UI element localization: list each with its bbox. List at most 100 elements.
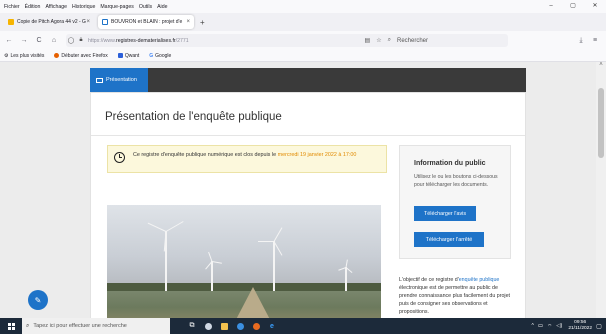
- road: [229, 287, 277, 318]
- notice-date: mercredi 19 janvier 2022 à 17:00: [277, 152, 357, 158]
- wind-farm-photo: [107, 205, 381, 318]
- monitor-icon: [96, 77, 103, 83]
- reload-button[interactable]: C: [33, 37, 45, 44]
- maximize-button[interactable]: ▢: [562, 0, 584, 13]
- info-title: Information du public: [414, 160, 486, 167]
- scroll-up-icon[interactable]: ˄: [596, 62, 606, 68]
- public-info-box: Information du public Utilisez le ou les…: [399, 145, 511, 259]
- search-icon: ⌕: [387, 37, 391, 43]
- wind-turbine: [211, 261, 213, 291]
- minimize-button[interactable]: –: [540, 0, 562, 13]
- forward-button[interactable]: →: [18, 37, 30, 44]
- wind-turbine: [345, 267, 347, 291]
- menu-aide[interactable]: Aide: [157, 4, 167, 10]
- notice-text: Ce registre d'enquête publique numérique…: [133, 152, 357, 158]
- task-view-icon[interactable]: ⧉: [184, 318, 200, 334]
- closed-notice: Ce registre d'enquête publique numérique…: [107, 145, 387, 173]
- turbine-blade: [211, 261, 222, 264]
- turbine-blade: [273, 227, 283, 242]
- enquete-publique-link[interactable]: enquête publique: [459, 277, 500, 283]
- url-text[interactable]: https://www.registres-dematerialises.fr/…: [88, 38, 189, 44]
- bookmark-star-icon[interactable]: ☆: [376, 37, 381, 44]
- page-nav-bar: Présentation: [90, 68, 526, 92]
- settings-app-icon[interactable]: [200, 318, 216, 334]
- accessibility-icon: ✎: [34, 295, 42, 305]
- turbine-blade: [208, 251, 213, 262]
- bookmark-google[interactable]: G Google: [149, 53, 176, 59]
- registre-favicon-icon: [102, 19, 108, 25]
- turbine-blade: [345, 267, 353, 274]
- search-icon: ⌕: [26, 322, 30, 329]
- new-tab-button[interactable]: +: [200, 18, 205, 27]
- page-scrollbar[interactable]: ˄: [596, 62, 606, 318]
- turbine-blade: [147, 222, 167, 232]
- downloads-icon[interactable]: ⤓: [574, 37, 588, 45]
- menu-fichier[interactable]: Fichier: [4, 4, 20, 10]
- bookmark-most-visited[interactable]: ⚙ Les plus visités: [4, 53, 49, 59]
- turbine-blade: [165, 221, 184, 232]
- accessibility-button[interactable]: ✎: [28, 290, 48, 310]
- firefox-icon[interactable]: [248, 318, 264, 334]
- qwant-icon: [117, 53, 123, 58]
- wind-turbine: [273, 241, 275, 291]
- bookmark-firefox[interactable]: Débuter avec Firefox: [54, 53, 112, 59]
- system-tray: ^ ▭ ⌔ ◁) 09:56 21/11/2022: [532, 318, 592, 334]
- tray-expand-icon[interactable]: ^: [532, 323, 534, 329]
- menu-affichage[interactable]: Affichage: [45, 4, 67, 10]
- shield-icon[interactable]: ◯: [66, 37, 76, 44]
- lock-icon[interactable]: 🔒︎: [76, 37, 86, 44]
- menu-edition[interactable]: Édition: [25, 4, 41, 10]
- menu-icon[interactable]: ≡: [588, 37, 602, 44]
- clock-date: 21/11/2022: [568, 326, 592, 331]
- clock-icon: [114, 152, 125, 163]
- gear-icon: ⚙: [4, 52, 9, 59]
- home-button[interactable]: ⌂: [48, 37, 60, 44]
- volume-icon[interactable]: ◁): [556, 323, 562, 329]
- tab-presentation-label: Présentation: [106, 77, 137, 83]
- menu-marque-pages[interactable]: Marque-pages: [100, 4, 133, 10]
- network-icon[interactable]: ▭: [538, 323, 543, 329]
- bookmark-qwant[interactable]: Qwant: [117, 53, 144, 59]
- page-viewport: Présentation Présentation de l'enquête p…: [0, 62, 596, 318]
- menu-outils[interactable]: Outils: [139, 4, 152, 10]
- scrollbar-thumb[interactable]: [598, 88, 604, 158]
- reader-view-icon[interactable]: ▤: [365, 37, 371, 44]
- menubar: Fichier Édition Affichage Historique Mar…: [0, 0, 606, 13]
- store-icon[interactable]: [232, 318, 248, 334]
- page-title: Présentation de l'enquête publique: [105, 111, 282, 123]
- windows-taskbar: ⌕ Tapez ici pour effectuer une recherche…: [0, 318, 606, 334]
- tab-pitch-agora[interactable]: Copie de Pitch Agora 44 v2 - G ×: [4, 15, 94, 29]
- firefox-icon: [54, 53, 60, 58]
- navigation-bar: ← → C ⌂ ◯ 🔒︎ https://www.registres-demat…: [0, 31, 606, 50]
- tab-label: BOUVRON et BLAIN : projet d'e: [111, 19, 183, 25]
- info-text: Utilisez le ou les boutons ci-dessous po…: [414, 174, 498, 188]
- back-button[interactable]: ←: [3, 37, 15, 44]
- download-arrete-button[interactable]: Télécharger l'arrêté: [414, 232, 484, 247]
- tab-strip: Copie de Pitch Agora 44 v2 - G × BOUVRON…: [0, 13, 606, 31]
- close-tab-icon[interactable]: ×: [186, 19, 190, 25]
- search-input[interactable]: Rechercher: [397, 38, 428, 44]
- slides-favicon-icon: [8, 19, 14, 25]
- bookmarks-bar: ⚙ Les plus visités Débuter avec Firefox Q…: [0, 50, 606, 62]
- close-window-button[interactable]: ✕: [584, 0, 606, 13]
- edge-icon[interactable]: e: [264, 318, 280, 334]
- file-explorer-icon[interactable]: [216, 318, 232, 334]
- tab-label: Copie de Pitch Agora 44 v2 - G: [17, 19, 86, 25]
- start-button[interactable]: [0, 318, 22, 334]
- download-avis-button[interactable]: Télécharger l'avis: [414, 206, 476, 221]
- notification-icon[interactable]: ▢: [594, 318, 604, 334]
- divider: [91, 135, 525, 136]
- taskbar-search[interactable]: ⌕ Tapez ici pour effectuer une recherche: [22, 318, 170, 334]
- wifi-icon[interactable]: ⌔: [547, 323, 552, 330]
- google-icon: G: [149, 52, 154, 59]
- turbine-blade: [273, 241, 283, 256]
- taskbar-clock[interactable]: 09:56 21/11/2022: [568, 320, 592, 332]
- taskbar-search-placeholder: Tapez ici pour effectuer une recherche: [33, 323, 127, 329]
- taskbar-apps: ⧉ e: [184, 318, 280, 334]
- tab-bouvron-blain[interactable]: BOUVRON et BLAIN : projet d'e ×: [98, 15, 194, 29]
- close-tab-icon[interactable]: ×: [86, 19, 90, 25]
- window-controls: – ▢ ✕: [540, 0, 606, 13]
- tab-presentation[interactable]: Présentation: [90, 68, 148, 92]
- url-bar[interactable]: ◯ 🔒︎ https://www.registres-dematerialise…: [66, 34, 508, 47]
- menu-historique[interactable]: Historique: [72, 4, 95, 10]
